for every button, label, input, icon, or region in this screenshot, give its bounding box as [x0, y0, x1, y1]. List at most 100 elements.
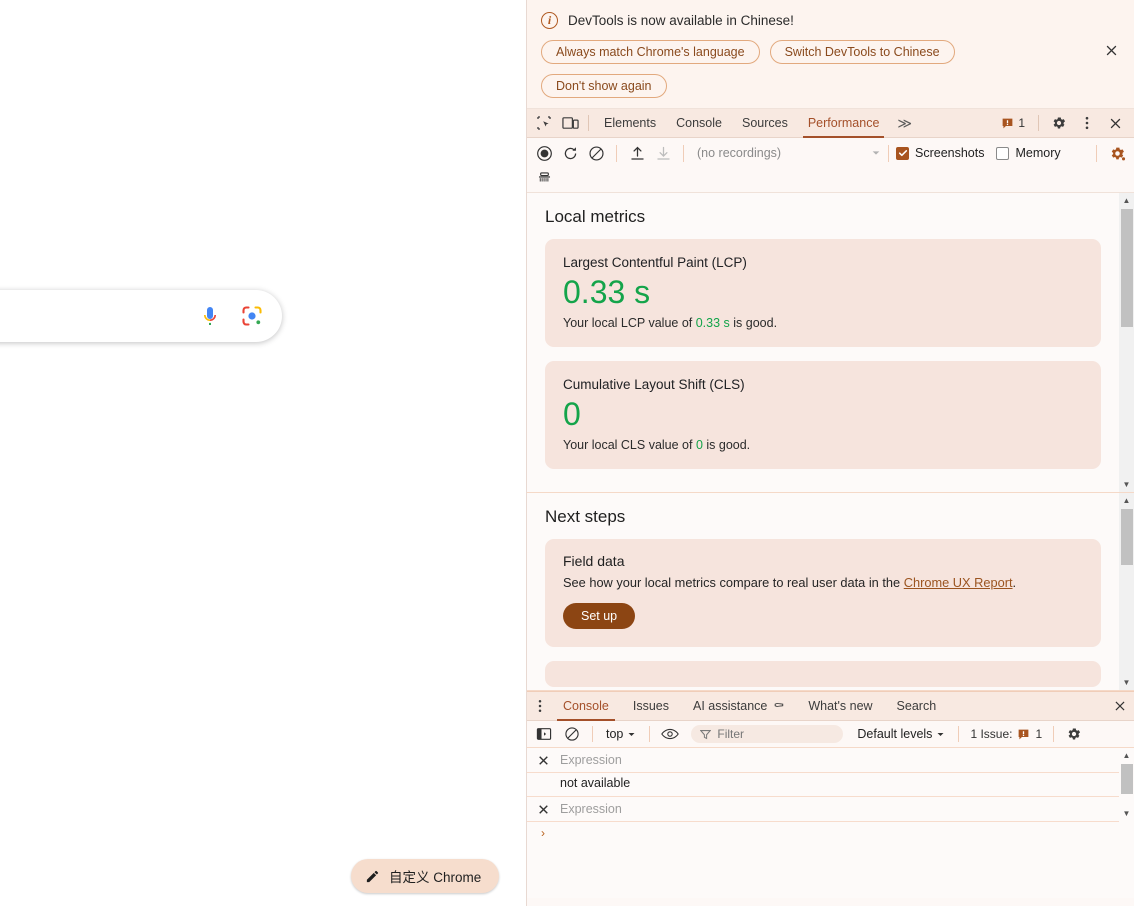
- customize-chrome-button[interactable]: 自定义 Chrome: [351, 859, 500, 893]
- capture-settings-gear-icon[interactable]: [1104, 141, 1130, 166]
- cls-desc-after: is good.: [702, 438, 751, 452]
- next-steps-scrollbar[interactable]: ▲ ▼: [1119, 493, 1134, 690]
- lcp-name: Largest Contentful Paint (LCP): [563, 255, 747, 270]
- cls-description: Your local CLS value of 0 is good.: [563, 438, 1083, 452]
- drawer-tab-ai-assistance-label: AI assistance: [693, 699, 768, 713]
- console-divider-2: [649, 726, 651, 742]
- next-steps-pane: Next steps Field data See how your local…: [527, 493, 1134, 691]
- console-sidebar-icon[interactable]: [531, 722, 557, 747]
- chrome-ux-report-link[interactable]: Chrome UX Report: [904, 575, 1013, 590]
- console-levels-label: Default levels: [857, 727, 933, 741]
- switch-devtools-to-chinese-button[interactable]: Switch DevTools to Chinese: [769, 40, 955, 64]
- console-scrollbar-thumb[interactable]: [1121, 764, 1133, 794]
- chevron-down-icon: [628, 732, 635, 736]
- drawer-tab-console-label: Console: [563, 699, 609, 713]
- drawer-more-options-icon[interactable]: [529, 692, 551, 720]
- export-profile-button[interactable]: [650, 141, 676, 166]
- info-icon: i: [541, 12, 558, 29]
- scroll-down-arrow-icon-2[interactable]: ▼: [1119, 675, 1134, 690]
- console-scrollbar[interactable]: ▲ ▼: [1119, 748, 1134, 898]
- devtools-language-infobar: i DevTools is now available in Chinese! …: [527, 0, 1134, 109]
- next-steps-partial-card: [545, 661, 1101, 687]
- clear-recordings-button[interactable]: [583, 141, 609, 166]
- clear-console-icon[interactable]: [559, 722, 585, 747]
- field-data-text-before: See how your local metrics compare to re…: [563, 575, 904, 590]
- dont-show-again-button[interactable]: Don't show again: [541, 74, 667, 98]
- live-expression-placeholder-1: Expression: [560, 753, 622, 767]
- console-scroll-up-icon[interactable]: ▲: [1119, 748, 1134, 763]
- tab-sources[interactable]: Sources: [732, 109, 798, 138]
- devtools-panel: i DevTools is now available in Chinese! …: [526, 0, 1134, 906]
- collect-garbage-icon[interactable]: [531, 166, 557, 191]
- local-metrics-title: Local metrics: [545, 207, 646, 226]
- console-issues-chip[interactable]: 1 Issue: 1: [966, 727, 1046, 741]
- scroll-down-arrow-icon[interactable]: ▼: [1119, 477, 1134, 492]
- infobar-close-icon[interactable]: [1101, 40, 1121, 60]
- drawer-tab-whats-new[interactable]: What's new: [796, 691, 884, 721]
- tab-console[interactable]: Console: [666, 109, 732, 138]
- console-settings-gear-icon[interactable]: [1061, 722, 1087, 747]
- remove-expression-icon-2[interactable]: [537, 803, 550, 816]
- close-devtools-icon[interactable]: [1102, 111, 1128, 136]
- tab-performance[interactable]: Performance: [798, 109, 890, 138]
- reload-and-record-button[interactable]: [557, 141, 583, 166]
- perf-divider-4: [1096, 144, 1097, 162]
- live-expression-row-1[interactable]: Expression: [527, 748, 1134, 773]
- pencil-icon: [366, 870, 379, 882]
- live-expression-row-2[interactable]: Expression: [527, 797, 1134, 822]
- console-filter-input[interactable]: Filter: [691, 725, 844, 743]
- more-tabs-icon[interactable]: ≫: [889, 115, 920, 132]
- field-data-heading: Field data: [563, 553, 625, 569]
- device-toolbar-icon[interactable]: [557, 111, 583, 136]
- set-up-button[interactable]: Set up: [563, 603, 636, 629]
- console-divider-3: [958, 726, 960, 742]
- import-profile-button[interactable]: [624, 141, 650, 166]
- issues-badge-icon: [1002, 118, 1013, 128]
- record-button[interactable]: [531, 141, 557, 166]
- gear-icon[interactable]: [1046, 111, 1072, 136]
- devtools-main-tabstrip: Elements Console Sources Performance ≫ 1: [527, 109, 1134, 138]
- toolbar-divider-2: [1038, 115, 1039, 131]
- console-filter-placeholder: Filter: [717, 727, 745, 741]
- scrollbar-thumb-2[interactable]: [1121, 509, 1133, 565]
- cls-desc-value: 0: [695, 438, 703, 452]
- live-expressions-eye-icon[interactable]: [657, 722, 683, 747]
- console-prompt[interactable]: ›: [527, 822, 1134, 844]
- execution-context-selector[interactable]: top: [600, 727, 642, 741]
- always-match-language-button[interactable]: Always match Chrome's language: [541, 40, 760, 64]
- three-dots-vertical-icon[interactable]: [1074, 111, 1100, 136]
- drawer-close-icon[interactable]: [1106, 699, 1134, 713]
- google-search-box[interactable]: [0, 290, 282, 342]
- drawer-tab-whats-new-label: What's new: [808, 699, 873, 713]
- drawer-tab-search[interactable]: Search: [885, 691, 949, 721]
- google-lens-icon[interactable]: [240, 304, 264, 328]
- lcp-desc-value: 0.33 s: [695, 316, 730, 330]
- issues-badge[interactable]: 1: [995, 116, 1031, 130]
- scroll-up-arrow-icon-2[interactable]: ▲: [1119, 493, 1134, 508]
- recordings-dropdown[interactable]: (no recordings): [691, 146, 881, 160]
- memory-label: Memory: [1015, 146, 1061, 160]
- screenshots-checkbox[interactable]: Screenshots: [896, 146, 984, 160]
- drawer-tab-issues-label: Issues: [632, 699, 670, 713]
- microphone-icon[interactable]: [198, 304, 222, 328]
- perf-divider-1: [616, 144, 617, 162]
- devtools-drawer: Console Issues AI assistance ⚰ What's ne…: [527, 691, 1134, 898]
- drawer-tab-ai-assistance[interactable]: AI assistance ⚰: [681, 691, 796, 721]
- drawer-tab-issues[interactable]: Issues: [621, 691, 681, 721]
- inspect-element-icon[interactable]: [531, 111, 557, 136]
- scroll-up-arrow-icon[interactable]: ▲: [1119, 193, 1134, 208]
- memory-checkbox[interactable]: Memory: [996, 146, 1061, 160]
- drawer-tab-console[interactable]: Console: [551, 691, 621, 721]
- perf-divider-2: [683, 144, 684, 162]
- cls-name: Cumulative Layout Shift (CLS): [563, 377, 745, 392]
- scrollbar-thumb[interactable]: [1121, 209, 1133, 327]
- tab-elements[interactable]: Elements: [594, 109, 666, 138]
- local-metrics-scrollbar[interactable]: ▲ ▼: [1119, 193, 1134, 492]
- console-scroll-down-icon[interactable]: ▼: [1119, 806, 1134, 821]
- console-issues-text: 1 Issue:: [970, 727, 1013, 741]
- console-levels-selector[interactable]: Default levels: [851, 727, 951, 741]
- field-data-text: See how your local metrics compare to re…: [563, 575, 1083, 590]
- google-logo-partial-icon: [0, 165, 14, 227]
- lcp-desc-after: is good.: [729, 316, 778, 330]
- remove-expression-icon[interactable]: [537, 754, 550, 767]
